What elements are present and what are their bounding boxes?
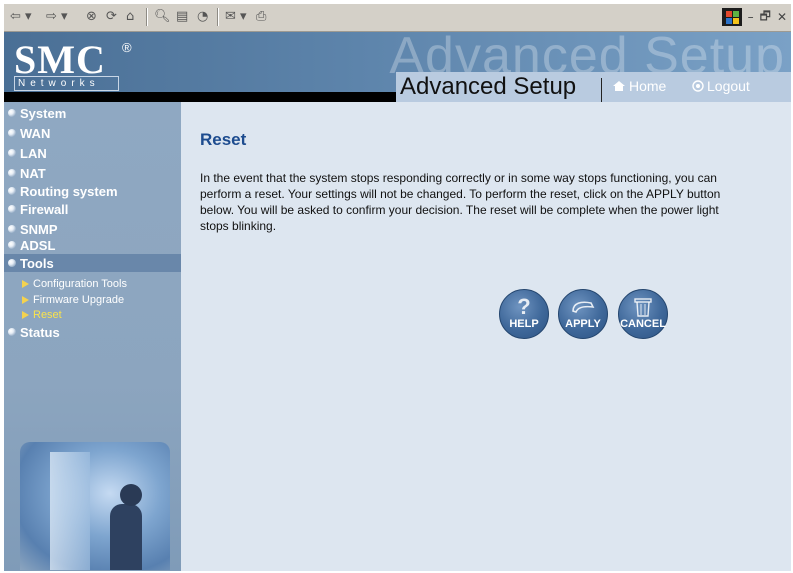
illustration-figure-body <box>110 504 142 570</box>
question-icon: ? <box>517 295 530 317</box>
sidebar-item-firewall[interactable]: Firewall <box>8 200 68 218</box>
restore-icon[interactable]: 🗗︎ <box>760 7 771 28</box>
home-link-label: Home <box>629 78 667 94</box>
submenu-item-firmware-upgrade[interactable]: Firmware Upgrade <box>22 292 124 307</box>
reset-description: In the event that the system stops respo… <box>200 171 721 233</box>
sidebar-item-tools[interactable]: Tools <box>4 254 185 272</box>
sidebar-item-status[interactable]: Status <box>8 323 60 341</box>
apply-icon <box>572 301 595 313</box>
sidebar-item-wan[interactable]: WAN <box>8 124 50 142</box>
windows-logo-icon <box>721 8 742 26</box>
nav-bullet-icon <box>8 259 16 267</box>
nav-bullet-icon <box>8 241 16 249</box>
submenu-item-reset[interactable]: Reset <box>22 307 62 322</box>
trash-icon <box>634 298 652 317</box>
refresh-icon[interactable]: ⟳ <box>106 8 117 26</box>
submenu-item-label: Firmware Upgrade <box>33 293 125 306</box>
svg-text:?: ? <box>517 295 530 317</box>
home-icon[interactable]: ⌂ <box>126 8 134 26</box>
sidebar-item-label: LAN <box>20 145 47 161</box>
nav-bullet-icon <box>8 328 16 336</box>
submenu-arrow-icon <box>22 295 29 304</box>
sidebar: System WAN LAN NAT Routing system Firewa… <box>4 102 185 571</box>
logout-icon <box>692 80 704 92</box>
apply-button[interactable]: APPLY <box>558 289 608 339</box>
sidebar-item-routing[interactable]: Routing system <box>8 182 118 200</box>
mail-icon[interactable]: ✉ ▾ <box>225 8 247 26</box>
illustration-figure-head <box>120 484 142 506</box>
sidebar-item-label: SNMP <box>20 221 58 237</box>
nav-bullet-icon <box>8 225 16 233</box>
help-button[interactable]: ? HELP <box>499 289 549 339</box>
submenu-item-configuration-tools[interactable]: Configuration Tools <box>22 276 127 291</box>
header-title: Advanced Setup <box>400 73 577 100</box>
sidebar-item-lan[interactable]: LAN <box>8 144 47 162</box>
nav-bullet-icon <box>8 149 16 157</box>
sidebar-item-label: System <box>20 105 67 121</box>
illustration-door <box>50 452 90 570</box>
logout-link-label: Logout <box>707 78 750 94</box>
apply-button-label: APPLY <box>565 318 601 330</box>
back-icon[interactable]: ⇦ ▾ <box>10 8 32 26</box>
forward-icon[interactable]: ⇨ ▾ <box>46 8 68 26</box>
home-link-icon <box>613 81 625 91</box>
submenu-item-label: Reset <box>33 308 62 321</box>
header-title-area: Advanced Setup Home Logout <box>396 72 791 104</box>
sidebar-item-label: WAN <box>20 125 51 141</box>
minimize-icon[interactable]: – <box>748 10 754 24</box>
brand-mark: ® <box>122 40 132 55</box>
nav-bullet-icon <box>8 129 16 137</box>
help-button-label: HELP <box>509 318 539 330</box>
sidebar-illustration <box>20 442 170 570</box>
print-icon[interactable]: ⎙ <box>256 8 266 26</box>
submenu-arrow-icon <box>22 310 29 319</box>
home-link[interactable]: Home <box>612 78 666 94</box>
main-content: Reset In the event that the system stops… <box>181 102 791 571</box>
browser-frame: ⇦ ▾ ⇨ ▾ ⊗ ⟳ ⌂ 🔍︎ ▤ ◔ ✉ ▾ ⎙ – 🗗︎ ✕ SMC ® <box>4 4 791 571</box>
header-divider <box>601 78 602 104</box>
cancel-button-label: CANCEL <box>620 318 666 330</box>
page-title: Reset <box>200 130 247 149</box>
toolbar-separator <box>146 8 148 26</box>
sidebar-item-label: ADSL <box>20 237 56 253</box>
sidebar-item-label: Routing system <box>20 183 118 199</box>
sidebar-item-adsl[interactable]: ADSL <box>8 236 55 254</box>
nav-bullet-icon <box>8 109 16 117</box>
sidebar-item-label: Status <box>20 324 60 340</box>
window-controls: – 🗗︎ ✕ <box>721 7 787 28</box>
search-icon[interactable]: 🔍︎ <box>154 8 171 26</box>
sidebar-item-label: Firewall <box>20 201 69 217</box>
sidebar-item-nat[interactable]: NAT <box>8 164 46 182</box>
toolbar-separator <box>217 8 219 26</box>
nav-bullet-icon <box>8 169 16 177</box>
stop-icon[interactable]: ⊗ <box>86 8 97 26</box>
nav-bullet-icon <box>8 205 16 213</box>
sidebar-item-system[interactable]: System <box>8 104 66 122</box>
favorites-icon[interactable]: ▤ <box>176 8 188 26</box>
brand-subtitle: Networks <box>14 76 119 91</box>
submenu-arrow-icon <box>22 279 29 288</box>
sidebar-item-label: Tools <box>20 255 54 271</box>
close-icon[interactable]: ✕ <box>777 10 787 24</box>
submenu-item-label: Configuration Tools <box>33 277 127 290</box>
smc-logo: SMC ® Networks <box>14 36 134 92</box>
logout-link[interactable]: Logout <box>692 78 750 94</box>
page-header: SMC ® Networks Advanced Setup Advanced S… <box>4 27 791 104</box>
nav-bullet-icon <box>8 187 16 195</box>
sidebar-item-label: NAT <box>20 165 46 181</box>
history-icon[interactable]: ◔ <box>197 8 208 26</box>
cancel-button[interactable]: CANCEL <box>618 289 668 339</box>
